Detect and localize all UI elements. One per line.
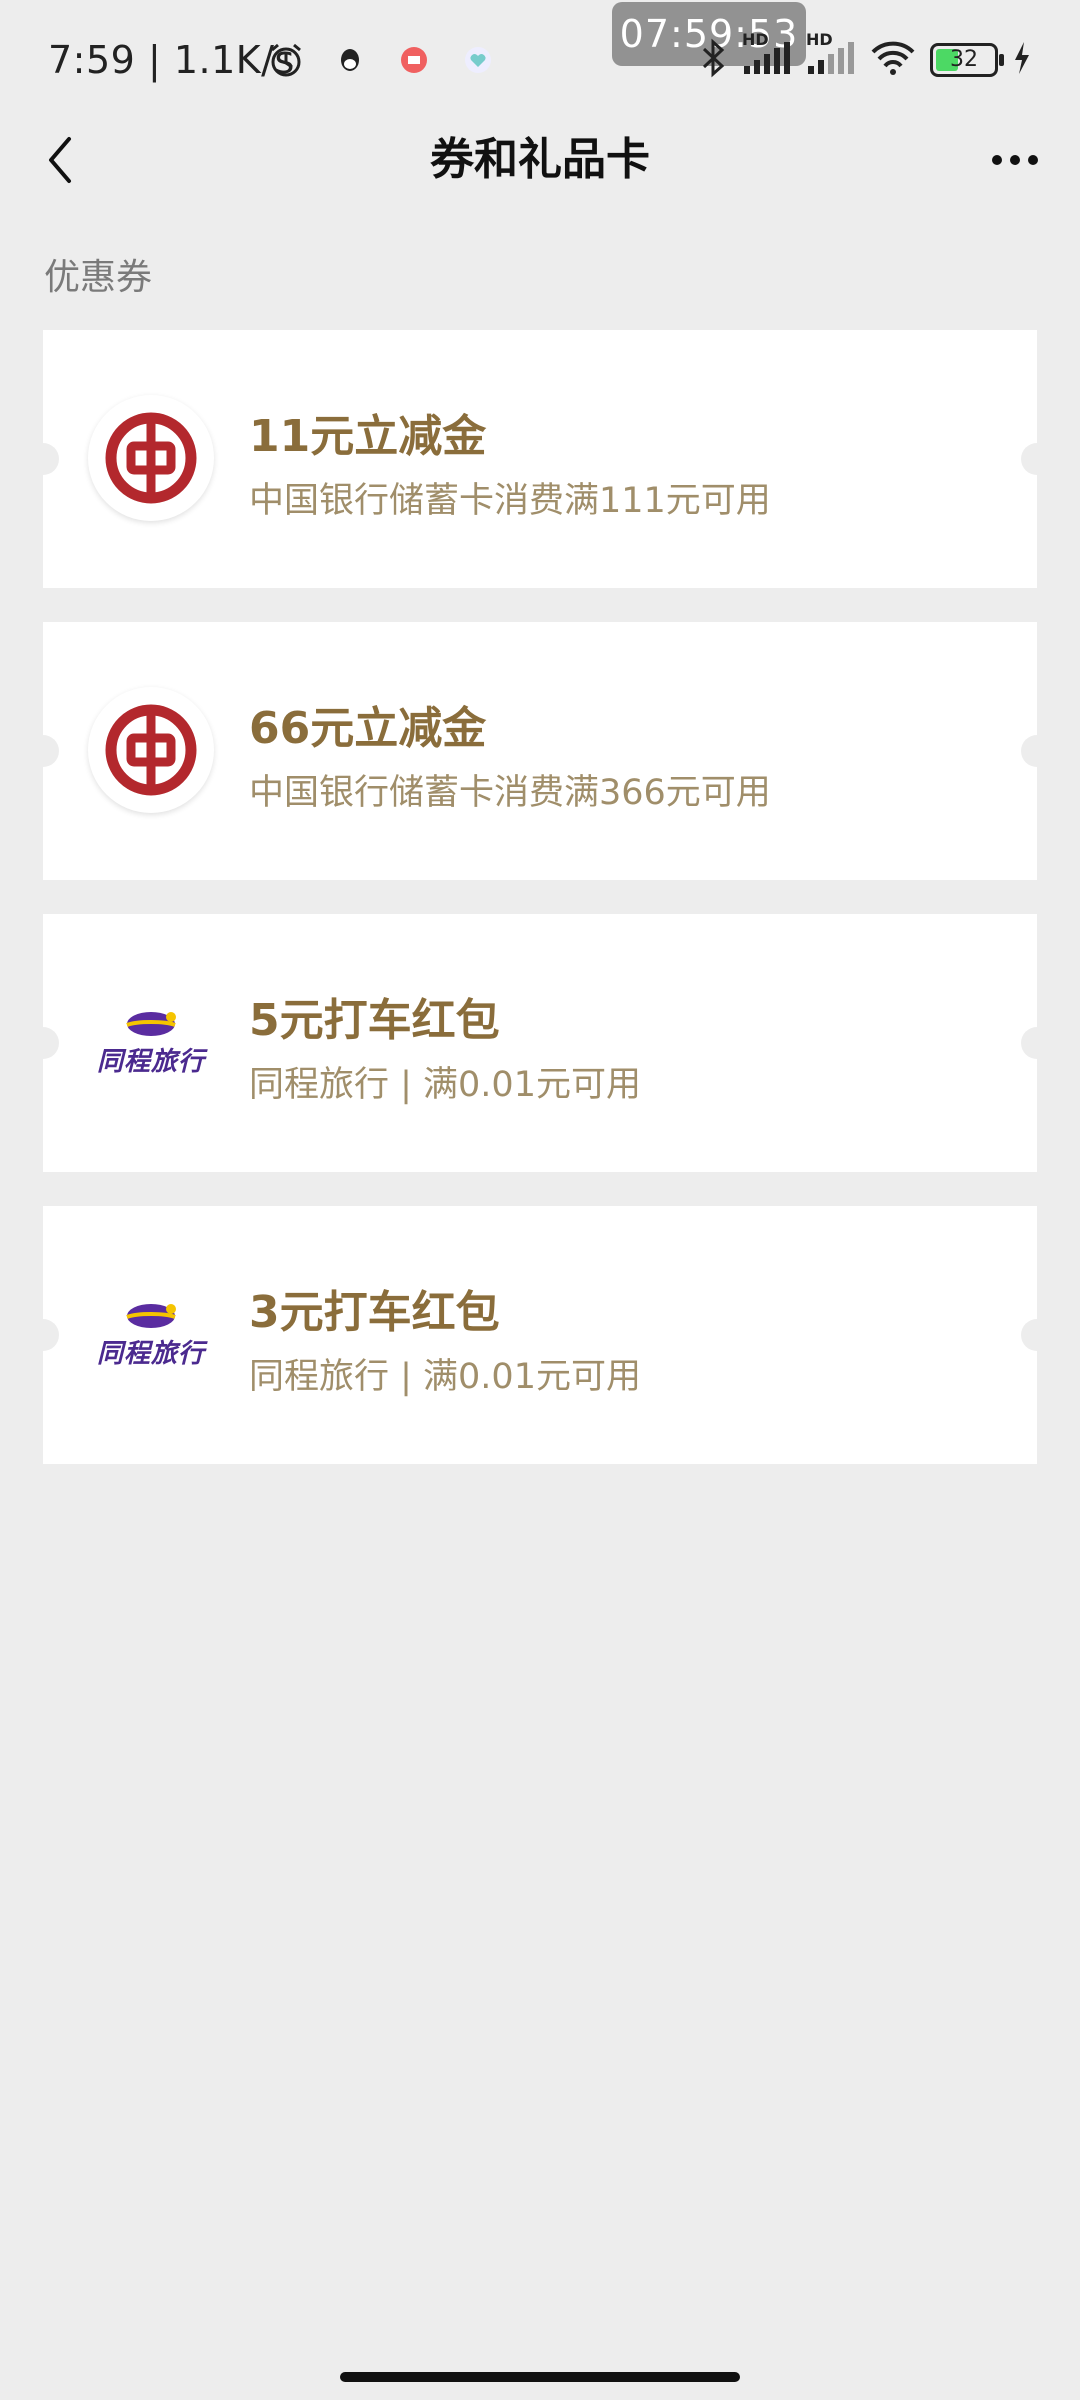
battery-level: 32 <box>950 47 978 72</box>
coupon-desc: 中国银行储蓄卡消费满366元可用 <box>249 773 771 813</box>
coupon-desc: 同程旅行 | 满0.01元可用 <box>249 1357 641 1397</box>
home-indicator[interactable] <box>340 2372 740 2382</box>
page-title: 券和礼品卡 <box>430 134 650 185</box>
bluetooth-icon <box>698 38 728 82</box>
battery-icon: 32 <box>930 43 1004 77</box>
charging-icon <box>1012 40 1032 80</box>
status-time: 7:59 <box>48 38 136 82</box>
coupon-card[interactable]: 11元立减金 中国银行储蓄卡消费满111元可用 <box>27 330 1053 588</box>
system-icons: HD HD 32 <box>698 30 1032 82</box>
coupon-name: 3元打车红包 <box>249 1287 500 1338</box>
tongcheng-logo-text: 同程旅行 <box>96 1046 205 1077</box>
coupon-desc: 中国银行储蓄卡消费满111元可用 <box>249 481 771 521</box>
coupon-list: 11元立减金 中国银行储蓄卡消费满111元可用 66元立减金 中国银行储蓄卡消费… <box>27 330 1053 1498</box>
section-title: 优惠券 <box>44 257 153 298</box>
wifi-icon <box>870 40 916 80</box>
coupon-card[interactable]: 同程旅行 3元打车红包 同程旅行 | 满0.01元可用 <box>27 1206 1053 1464</box>
boc-logo-icon <box>88 687 214 813</box>
nav-bar: 券和礼品卡 <box>0 120 1080 200</box>
coupon-name: 66元立减金 <box>249 703 487 754</box>
app-notification-icon <box>394 40 434 80</box>
status-bar: 7:59 | 1.1K/s 07:59:53 HD HD 32 <box>0 0 1080 120</box>
status-time-group: 7:59 | 1.1K/s <box>48 38 295 82</box>
signal-1-icon: HD <box>742 30 792 80</box>
coupons-page: 7:59 | 1.1K/s 07:59:53 HD HD 32 券和礼品卡 优惠… <box>0 0 1080 2400</box>
heart-app-icon <box>458 40 498 80</box>
tongcheng-logo-icon: 同程旅行 <box>83 979 219 1105</box>
tongcheng-logo-text: 同程旅行 <box>96 1338 205 1369</box>
signal-2-icon: HD <box>806 30 856 80</box>
coupon-name: 11元立减金 <box>249 411 487 462</box>
coupon-card[interactable]: 同程旅行 5元打车红包 同程旅行 | 满0.01元可用 <box>27 914 1053 1172</box>
coupon-name: 5元打车红包 <box>249 995 500 1046</box>
alarm-icon <box>266 40 306 80</box>
qq-icon <box>330 40 370 80</box>
notification-icons <box>266 40 498 80</box>
coupon-desc: 同程旅行 | 满0.01元可用 <box>249 1065 641 1105</box>
boc-logo-icon <box>88 395 214 521</box>
tongcheng-logo-icon: 同程旅行 <box>83 1271 219 1397</box>
coupon-card[interactable]: 66元立减金 中国银行储蓄卡消费满366元可用 <box>27 622 1053 880</box>
more-horizontal-icon <box>992 155 1002 165</box>
more-button[interactable] <box>980 130 1050 190</box>
